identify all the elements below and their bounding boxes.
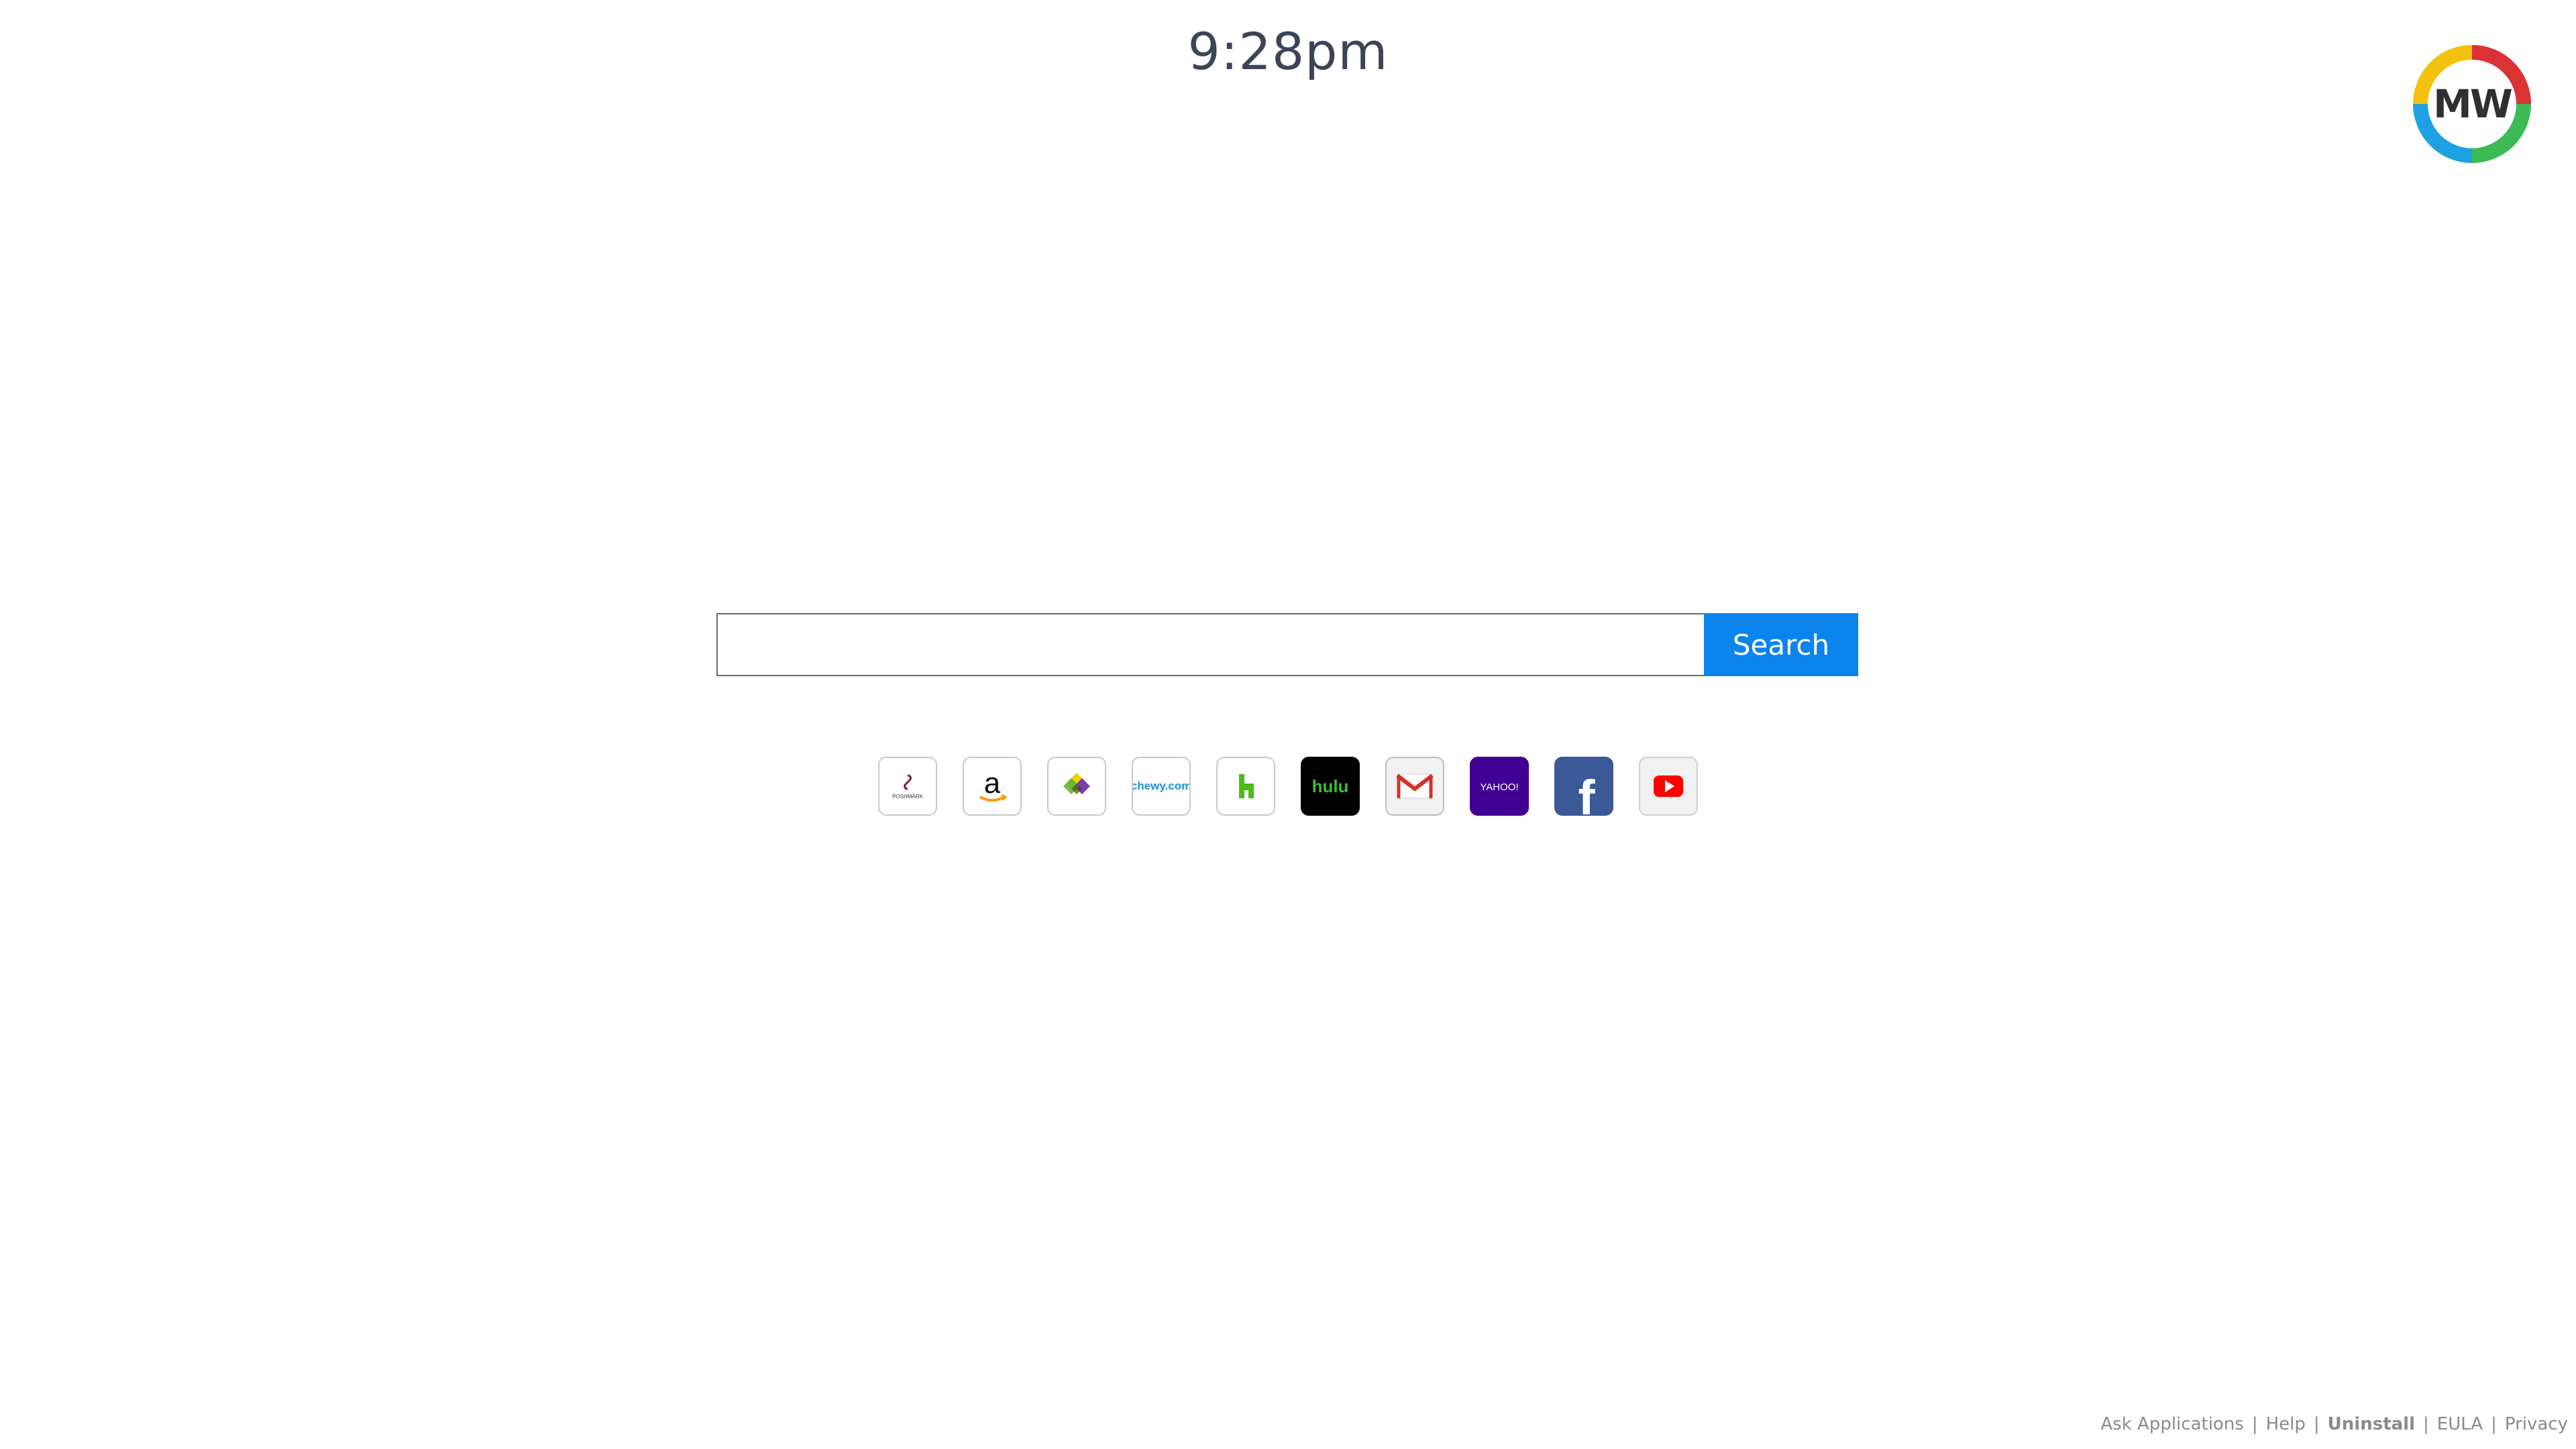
footer-links: Ask Applications | Help | Uninstall | EULA | Pri… [2100, 1414, 2568, 1434]
shortcut-amazon[interactable]: a [963, 757, 1022, 816]
shortcut-hulu[interactable]: hulu [1301, 757, 1360, 816]
hulu-label: hulu [1312, 776, 1349, 796]
new-tab-page: 9:28pm MW Search POSHMARK a chewy.com hu… [0, 0, 2576, 1449]
hulu-icon: hulu [1312, 776, 1349, 796]
footer-link-help[interactable]: Help [2266, 1414, 2306, 1434]
facebook-label: f [1578, 770, 1595, 814]
shortcut-tiles: POSHMARK a chewy.com hulu YAHOO! f [0, 757, 2576, 816]
footer-separator: | [2313, 1414, 2320, 1434]
footer-separator: | [2423, 1414, 2429, 1434]
search-input[interactable] [716, 613, 1704, 676]
yahoo-label: YAHOO! [1480, 782, 1518, 793]
mw-logo-text: MW [2433, 81, 2513, 127]
shortcut-poshmark[interactable]: POSHMARK [878, 757, 937, 816]
poshmark-icon: POSHMARK [892, 774, 924, 800]
yahoo-icon: YAHOO! [1480, 782, 1518, 793]
search-bar: Search [716, 613, 1858, 676]
amazon-label: a [984, 767, 1001, 800]
shortcut-gmail[interactable] [1385, 757, 1444, 816]
footer-link-eula[interactable]: EULA [2437, 1414, 2483, 1434]
shortcut-facebook[interactable]: f [1554, 757, 1613, 816]
shortcut-youtube[interactable] [1639, 757, 1698, 816]
search-button[interactable]: Search [1704, 613, 1858, 676]
footer-link-privacy[interactable]: Privacy [2505, 1414, 2568, 1434]
shortcut-houzz[interactable] [1216, 757, 1275, 816]
clock: 9:28pm [1187, 21, 1389, 81]
shortcut-chewy[interactable]: chewy.com [1132, 757, 1191, 816]
footer-separator: | [2251, 1414, 2258, 1434]
mw-logo[interactable]: MW [2411, 43, 2533, 165]
shortcut-jet[interactable] [1047, 757, 1106, 816]
footer-link-uninstall[interactable]: Uninstall [2328, 1414, 2415, 1434]
youtube-icon [1654, 775, 1683, 797]
amazon-icon: a [979, 767, 1008, 802]
footer-link-ask-applications[interactable]: Ask Applications [2100, 1414, 2243, 1434]
gmail-icon [1396, 773, 1434, 799]
shortcut-yahoo[interactable]: YAHOO! [1470, 757, 1529, 816]
facebook-icon: f [1578, 770, 1595, 814]
poshmark-label: POSHMARK [892, 794, 923, 800]
houzz-icon [1239, 774, 1254, 798]
chewy-icon: chewy.com [1133, 780, 1189, 792]
jet-icon [1063, 773, 1090, 794]
footer-separator: | [2491, 1414, 2497, 1434]
chewy-label: chewy.com [1133, 780, 1189, 792]
